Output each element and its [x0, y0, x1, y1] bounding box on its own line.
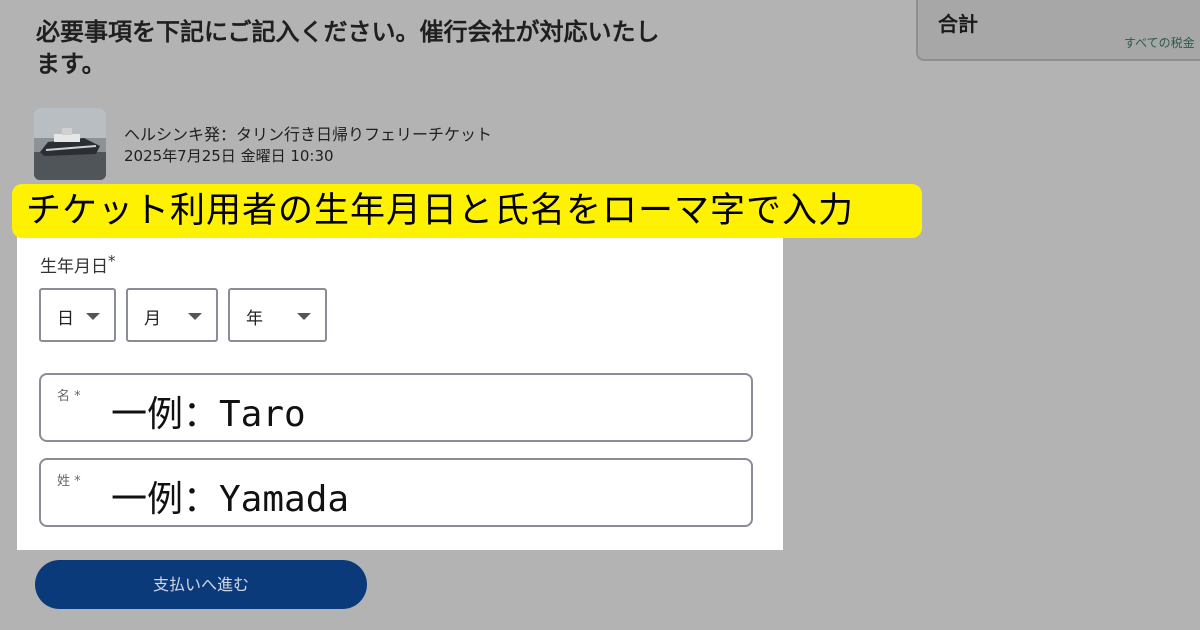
ferry-image	[34, 108, 106, 180]
summary-title: 合計	[938, 12, 978, 36]
chevron-down-icon	[188, 313, 202, 320]
first-name-field[interactable]: 名 * 一例：Taro	[39, 373, 753, 442]
dob-label-text: 生年月日	[40, 257, 108, 277]
required-mark: *	[108, 252, 116, 270]
dob-year-select[interactable]: 年	[228, 288, 327, 342]
chevron-down-icon	[297, 313, 311, 320]
first-name-placeholder: 一例：Taro	[111, 394, 306, 435]
dob-year-value: 年	[246, 309, 263, 329]
order-summary-panel: 合計 すべての税金	[916, 0, 1200, 61]
product-date: 2025年7月25日 金曜日 10:30	[124, 147, 334, 165]
last-name-field[interactable]: 姓 * 一例：Yamada	[39, 458, 753, 527]
product-title: ヘルシンキ発：タリン行き日帰りフェリーチケット	[124, 125, 493, 144]
first-name-label: 名 *	[57, 389, 81, 404]
dob-label: 生年月日*	[40, 252, 116, 277]
chevron-down-icon	[86, 313, 100, 320]
dob-month-select[interactable]: 月	[126, 288, 218, 342]
instruction-banner: チケット利用者の生年月日と氏名をローマ字で入力	[12, 184, 922, 238]
tax-note: すべての税金	[1124, 36, 1195, 50]
dob-day-select[interactable]: 日	[39, 288, 116, 342]
dob-day-value: 日	[57, 309, 74, 329]
proceed-to-payment-button[interactable]: 支払いへ進む	[35, 560, 367, 609]
last-name-placeholder: 一例：Yamada	[111, 479, 350, 520]
page-heading: 必要事項を下記にご記入ください。催行会社が対応いたします。	[36, 18, 660, 78]
last-name-label: 姓 *	[57, 474, 81, 489]
dob-month-value: 月	[144, 309, 161, 329]
